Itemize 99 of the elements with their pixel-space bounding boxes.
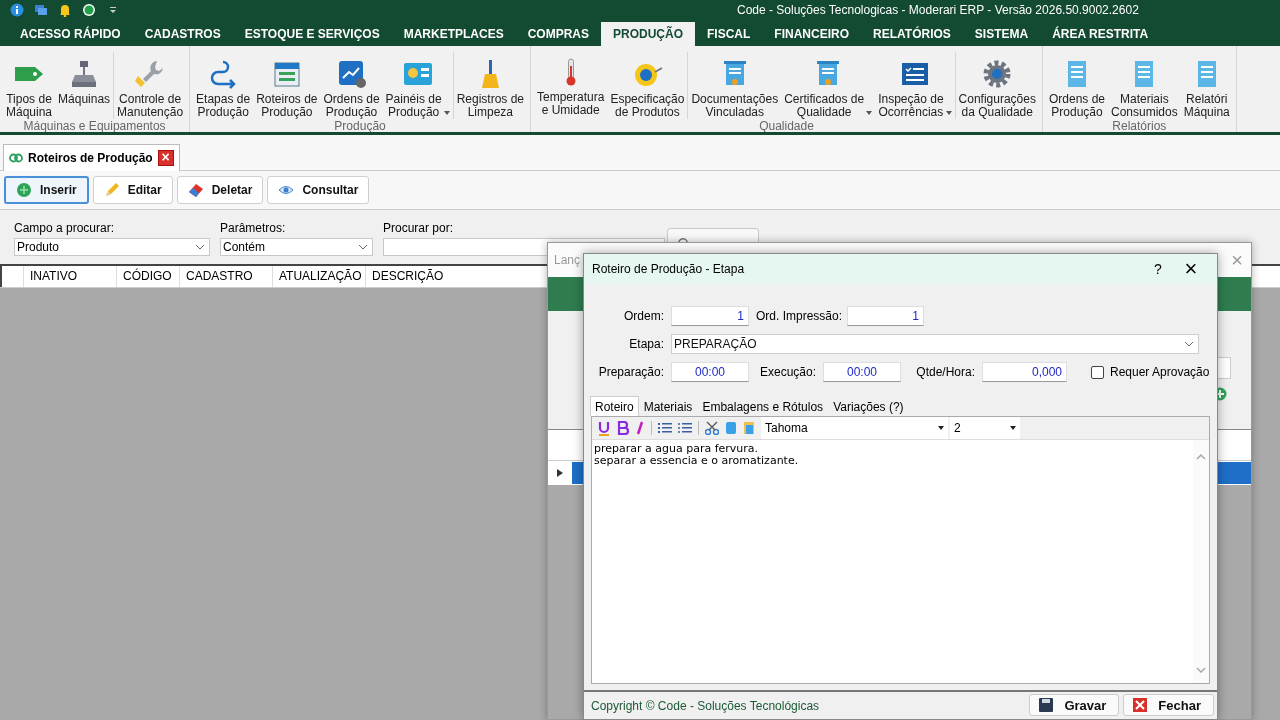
pencil-icon: [103, 182, 120, 198]
menu-tab[interactable]: FINANCEIRO: [762, 22, 862, 46]
input-field[interactable]: 0,000: [982, 362, 1067, 382]
underline-icon[interactable]: [597, 420, 611, 436]
ribbon-button[interactable]: Materiais Consumidos: [1111, 93, 1178, 119]
dropdown-field[interactable]: PREPARAÇÃO: [671, 334, 1199, 354]
ribbon-button[interactable]: Especificação de Produtos: [610, 93, 685, 119]
menu-tab[interactable]: ACESSO RÁPIDO: [8, 22, 133, 46]
ribbon-button[interactable]: Relatóri Máquina: [1183, 93, 1230, 119]
tab[interactable]: Embalagens e Rótulos: [697, 396, 829, 416]
ribbon-button[interactable]: Tipos de Máquina: [6, 93, 53, 119]
checkbox[interactable]: [1091, 365, 1104, 379]
toolbar-button[interactable]: Deletar: [176, 176, 264, 204]
text-editor[interactable]: preparar a agua para fervura. separar a essencia e o aromatizante.: [592, 440, 1193, 683]
ribbon-button[interactable]: Registros de Limpeza: [456, 93, 524, 119]
info-icon[interactable]: [10, 3, 24, 17]
field-label: Procurar por:: [383, 221, 455, 235]
font-dropdown[interactable]: Tahoma: [761, 417, 948, 439]
menu-tab[interactable]: CADASTROS: [132, 22, 233, 46]
ribbon-button[interactable]: Temperatura e Umidade: [537, 91, 605, 117]
field-label: Parâmetros:: [220, 221, 287, 235]
ribbon-button[interactable]: Etapas de Produção: [196, 93, 251, 119]
italic-icon[interactable]: [635, 421, 645, 435]
chevron-down-icon: [1184, 341, 1194, 347]
field-label: Campo a procurar:: [14, 221, 116, 235]
group-label: Relatórios: [1111, 119, 1168, 132]
close-button[interactable]: ×: [157, 150, 174, 166]
field-label: Qtde/Hora:: [915, 365, 975, 379]
numbered-list-icon[interactable]: [658, 422, 672, 434]
eraser-icon: [187, 182, 204, 198]
dialog-button[interactable]: Fechar: [1123, 694, 1214, 716]
menu-tab[interactable]: PRODUÇÃO: [601, 22, 695, 46]
dropdown-field[interactable]: Contém: [220, 238, 373, 256]
window-title: Code - Soluções Tecnologicas - Moderari ERP - Versão 2026.50.9002.2602: [737, 3, 1139, 17]
ribbon-button[interactable]: Roteiros de Produção: [256, 93, 318, 119]
group-label: Máquinas e Equipamentos: [22, 119, 167, 132]
tab[interactable]: Materiais: [638, 396, 698, 416]
dialog-title: Roteiro de Produção - Etapa: [592, 262, 746, 276]
ribbon-button[interactable]: Controle de Manutenção: [117, 93, 184, 119]
ribbon-button[interactable]: Ordens de Produção: [323, 93, 380, 119]
cut-icon[interactable]: [705, 421, 719, 435]
bell-icon[interactable]: [58, 3, 72, 17]
corner-cell: [0, 266, 24, 287]
group-label: Qualidade: [758, 119, 815, 132]
window-title: Lanç: [554, 253, 581, 267]
menu-tab[interactable]: RELATÓRIOS: [861, 22, 963, 46]
help-button[interactable]: ?: [1143, 261, 1173, 277]
menu-tab[interactable]: MARKETPLACES: [391, 22, 516, 46]
column-header: CADASTRO: [180, 266, 273, 287]
ribbon-button[interactable]: Ordens de Produção: [1048, 93, 1105, 119]
input-field[interactable]: 1: [847, 306, 924, 326]
input-field[interactable]: 1: [671, 306, 749, 326]
copyright-text: Copyright © Code - Soluções Tecnológicas: [591, 699, 820, 713]
chat-icon[interactable]: [34, 3, 48, 17]
menu-tab[interactable]: SISTEMA: [962, 22, 1041, 46]
group-label: Produção: [333, 119, 387, 132]
close-button[interactable]: ×: [1173, 258, 1209, 280]
ribbon-button[interactable]: Configurações da Qualidade: [958, 93, 1036, 119]
chevron-down-icon: [195, 244, 205, 250]
column-header: ATUALIZAÇÃO: [273, 266, 366, 287]
chevron-down-icon: [358, 244, 368, 250]
caret-icon[interactable]: [866, 111, 873, 115]
ribbon-button[interactable]: Máquinas: [58, 93, 111, 106]
field-label: Preparação:: [597, 365, 664, 379]
ribbon-button[interactable]: Documentações Vinculadas: [691, 93, 779, 119]
field-label: Ordem:: [623, 309, 664, 323]
close-icon: [1132, 697, 1149, 713]
column-header: CÓDIGO: [117, 266, 180, 287]
checkbox-label: Requer Aprovação: [1110, 365, 1210, 379]
dialog-button[interactable]: Gravar: [1029, 694, 1120, 716]
input-field[interactable]: 00:00: [823, 362, 901, 382]
save-icon: [1038, 697, 1055, 713]
toolbar-button[interactable]: Editar: [92, 176, 173, 204]
size-dropdown[interactable]: 2: [950, 417, 1020, 439]
document-tab[interactable]: Roteiros de Produção ×: [3, 144, 180, 171]
bold-icon[interactable]: [617, 421, 629, 435]
toolbar-button[interactable]: Consultar: [267, 176, 370, 204]
ribbon-button[interactable]: Inspeção de Ocorrências: [878, 93, 952, 119]
ribbon-button[interactable]: Painéis de Produção: [385, 93, 450, 119]
ribbon-button[interactable]: Certificados de Qualidade: [784, 93, 873, 119]
field-label: Ord. Impressão:: [756, 309, 840, 323]
row-pointer-icon: [557, 469, 563, 477]
tab[interactable]: Roteiro: [590, 396, 639, 416]
caret-icon[interactable]: [945, 111, 952, 115]
input-field[interactable]: 00:00: [671, 362, 749, 382]
field-label: Etapa:: [628, 337, 664, 351]
caret-icon[interactable]: [443, 111, 450, 115]
tab[interactable]: Variações (?): [828, 396, 909, 416]
toolbar-button[interactable]: Inserir: [4, 176, 89, 204]
bullet-list-icon[interactable]: [678, 422, 692, 434]
chain-icon: [9, 152, 23, 164]
menu-tab[interactable]: FISCAL: [695, 22, 763, 46]
menu-tab[interactable]: ÁREA RESTRITA: [1040, 22, 1161, 46]
column-header: INATIVO: [24, 266, 117, 287]
menu-tab[interactable]: COMPRAS: [515, 22, 601, 46]
menu-tab[interactable]: ESTOQUE E SERVIÇOS: [232, 22, 392, 46]
plus-circle-icon: [16, 182, 32, 198]
field-label: Execução:: [758, 365, 816, 379]
dropdown-field[interactable]: Produto: [14, 238, 210, 256]
